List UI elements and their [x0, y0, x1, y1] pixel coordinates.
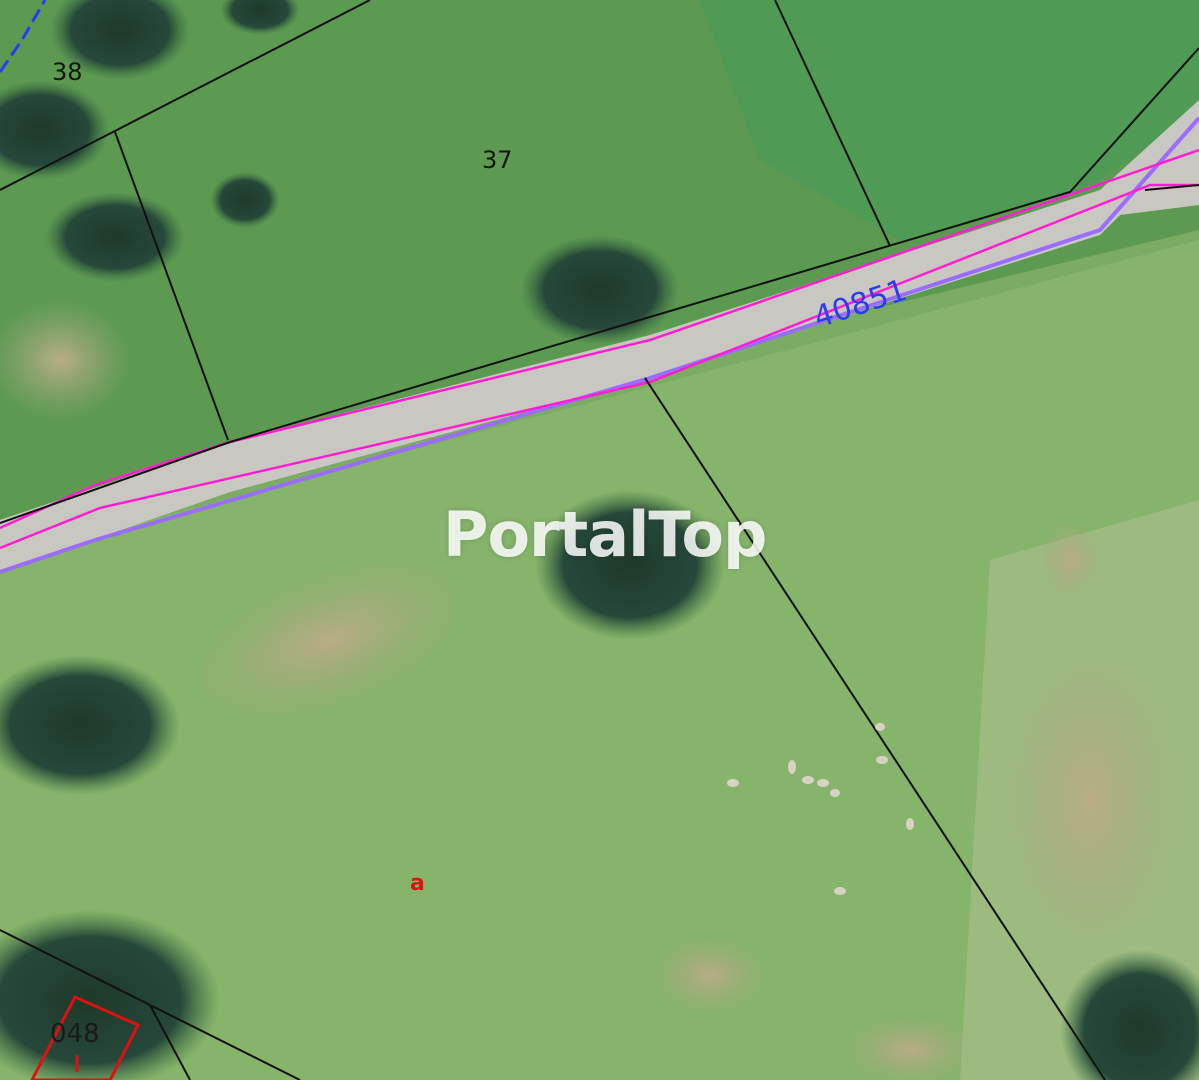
building-number-label: 048: [50, 1019, 100, 1049]
tree: [520, 235, 680, 345]
bare-patch: [1040, 520, 1100, 600]
parcel-label-37: 37: [482, 146, 513, 174]
map-canvas[interactable]: 38 37 40851 a 048: [0, 0, 1199, 1080]
parcel-marker-a: a: [410, 871, 425, 896]
tree: [535, 490, 725, 640]
bare-patch: [650, 935, 770, 1015]
bare-patch: [1000, 640, 1180, 960]
parcel-label-38: 38: [52, 58, 83, 86]
tree: [45, 192, 185, 282]
tree: [210, 172, 280, 228]
